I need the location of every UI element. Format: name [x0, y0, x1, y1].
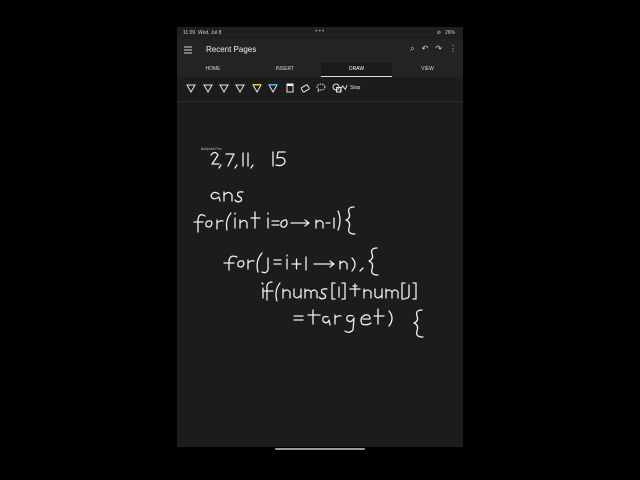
search-icon[interactable]: ⌕ — [410, 44, 414, 54]
more-icon[interactable]: ⋮ — [449, 44, 457, 54]
tab-insert[interactable]: INSERT — [249, 63, 321, 77]
status-bar: 11:09 Wed, Jul 8 ••• ⊘ 26% — [177, 27, 463, 39]
undo-icon[interactable]: ↶ — [422, 44, 429, 54]
app-bar: Recent Pages ⌕ ↶ ↷ ⋮ — [177, 39, 463, 63]
tab-home[interactable]: HOME — [177, 63, 249, 77]
ribbon-tabs: HOME INSERT DRAW VIEW — [177, 63, 463, 77]
page-title: Recent Pages — [206, 45, 257, 54]
status-time: 11:09 Wed, Jul 8 — [183, 30, 222, 36]
draw-toolbar: Stop Ballpoint Pen — [177, 77, 463, 151]
lasso-icon[interactable] — [316, 83, 326, 93]
handwriting-canvas[interactable] — [177, 102, 463, 447]
mute-icon: ⊘ — [436, 30, 441, 36]
home-indicator[interactable] — [275, 448, 365, 450]
stop-button[interactable]: Stop — [350, 85, 360, 91]
menu-icon[interactable] — [184, 46, 192, 54]
tab-draw[interactable]: DRAW — [321, 63, 392, 77]
ink-line-if — [261, 281, 417, 302]
ink-line-for-outer — [193, 206, 356, 235]
app-bar-actions: ⌕ ↶ ↷ ⋮ — [410, 44, 457, 54]
ink-line-target — [293, 308, 424, 338]
tab-view[interactable]: VIEW — [392, 63, 463, 77]
multitask-dots: ••• — [315, 28, 326, 35]
pen-icon[interactable] — [186, 83, 196, 93]
highlighter-icon[interactable] — [252, 83, 262, 93]
ink-line-for-inner — [223, 247, 379, 276]
ink-line-ans — [210, 191, 244, 203]
status-icons: ⊘ 26% — [437, 30, 455, 36]
battery-icon: 26% — [444, 30, 455, 36]
tablet-screen: 11:09 Wed, Jul 8 ••• ⊘ 26% Recent Pages … — [177, 27, 463, 447]
pen-icon[interactable] — [203, 83, 213, 93]
eraser-icon[interactable] — [300, 83, 310, 93]
highlighter-icon[interactable] — [285, 83, 295, 93]
pen-icon[interactable] — [219, 83, 229, 93]
ink-to-shape-icon[interactable] — [339, 84, 348, 93]
pen-icon[interactable] — [235, 83, 245, 93]
redo-icon[interactable]: ↷ — [435, 44, 442, 54]
ink-line-numbers — [210, 151, 286, 169]
highlighter-icon[interactable] — [268, 83, 278, 93]
